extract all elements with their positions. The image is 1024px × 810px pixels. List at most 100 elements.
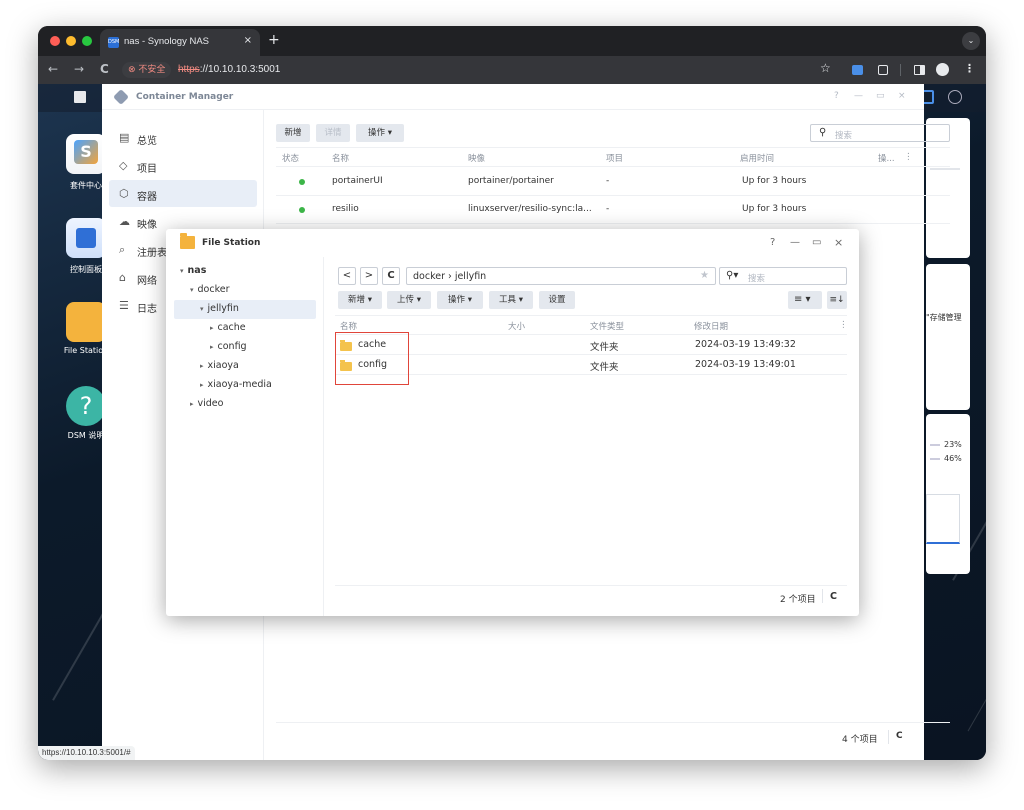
refresh-button[interactable]: C: [830, 591, 837, 602]
new-tab-button[interactable]: +: [268, 32, 280, 48]
caret-right-icon[interactable]: ▸: [210, 343, 214, 351]
upload-button[interactable]: 上传 ▾: [387, 291, 431, 309]
search-icon[interactable]: ⚲▾: [726, 270, 738, 281]
column-header-actions[interactable]: 操...: [878, 152, 895, 164]
column-header-type[interactable]: 文件类型: [590, 320, 624, 332]
reload-button[interactable]: C: [100, 62, 109, 76]
column-options-icon[interactable]: ⋮: [904, 152, 913, 162]
column-options-icon[interactable]: ⋮: [839, 320, 848, 330]
package-center-glyph-icon: S: [74, 140, 98, 164]
tree-node-label: jellyfin: [207, 303, 239, 314]
column-header-project[interactable]: 项目: [606, 152, 623, 164]
container-search-input[interactable]: ⚲ 搜索: [810, 124, 950, 142]
table-divider: [276, 195, 950, 196]
tab-search-button[interactable]: ⌄: [962, 32, 980, 50]
profile-avatar-icon[interactable]: [936, 63, 949, 76]
sidebar-item-overview[interactable]: ▤ 总览: [109, 124, 257, 151]
back-button[interactable]: <: [338, 267, 356, 285]
tree-node-cache[interactable]: ▸ cache: [210, 322, 246, 333]
view-mode-button[interactable]: ≡ ▾: [788, 291, 822, 309]
sort-button[interactable]: ≡↓: [827, 291, 847, 309]
caret-right-icon[interactable]: ▸: [200, 362, 204, 370]
close-button[interactable]: ×: [834, 236, 843, 249]
browser-tab[interactable]: DSM nas - Synology NAS ×: [100, 29, 260, 56]
close-button[interactable]: ×: [898, 91, 906, 101]
minimize-button[interactable]: —: [854, 91, 863, 101]
forward-button[interactable]: →: [74, 62, 84, 76]
maximize-button[interactable]: ▭: [876, 91, 885, 101]
column-header-modified[interactable]: 修改日期: [694, 320, 728, 332]
url-host: ://10.10.10.3:5001: [199, 64, 281, 75]
caret-right-icon[interactable]: ▸: [210, 324, 214, 332]
side-panel-icon[interactable]: [914, 65, 925, 75]
column-header-size[interactable]: 大小: [508, 320, 525, 332]
refresh-button[interactable]: C: [896, 731, 903, 741]
tree-node-label: cache: [217, 322, 246, 333]
control-panel-icon[interactable]: [66, 218, 106, 258]
refresh-button[interactable]: C: [382, 267, 400, 285]
breadcrumb[interactable]: docker › jellyfin: [413, 271, 486, 282]
bookmark-star-icon[interactable]: ☆: [820, 61, 831, 75]
sidebar-item-label: 注册表: [137, 248, 167, 259]
sidebar-item-container[interactable]: ⬡ 容器: [109, 180, 257, 207]
add-container-button[interactable]: 新增: [276, 124, 310, 142]
search-icon: ⚲: [819, 127, 827, 138]
container-manager-titlebar: Container Manager ? — ▭ ×: [102, 84, 924, 110]
column-header-uptime[interactable]: 启用时间: [740, 152, 774, 164]
minimize-button[interactable]: —: [790, 237, 800, 248]
back-button[interactable]: ←: [48, 62, 58, 76]
help-icon[interactable]: ?: [66, 386, 106, 426]
close-window-button[interactable]: [50, 36, 60, 46]
browser-menu-icon[interactable]: ⋮: [964, 62, 975, 75]
tab-bar: DSM nas - Synology NAS × + ⌄: [38, 26, 986, 56]
column-header-name[interactable]: 名称: [340, 320, 357, 332]
help-button[interactable]: ?: [770, 237, 775, 248]
widget-divider: [930, 168, 960, 170]
list-divider: [335, 354, 847, 355]
list-divider: [335, 315, 847, 316]
tree-node-jellyfin[interactable]: ▾ jellyfin: [174, 300, 316, 319]
details-button[interactable]: 详情: [316, 124, 350, 142]
tree-node-nas[interactable]: ▾ nas: [180, 265, 206, 276]
column-header-image[interactable]: 映像: [468, 152, 485, 164]
caret-down-icon[interactable]: ▾: [200, 305, 204, 313]
tree-node-xiaoya-media[interactable]: ▸ xiaoya-media: [200, 379, 272, 390]
settings-button[interactable]: 设置: [539, 291, 575, 309]
main-menu-icon[interactable]: [74, 91, 86, 103]
column-header-status[interactable]: 状态: [282, 152, 299, 164]
url-text[interactable]: https://10.10.10.3:5001: [178, 64, 280, 75]
tab-close-icon[interactable]: ×: [244, 35, 252, 46]
caret-down-icon[interactable]: ▾: [190, 286, 194, 294]
address-bar[interactable]: ⊗ 不安全 https://10.10.10.3:5001: [120, 60, 840, 80]
tools-button[interactable]: 工具 ▾: [489, 291, 533, 309]
tree-node-video[interactable]: ▸ video: [190, 398, 223, 409]
tree-node-docker[interactable]: ▾ docker: [190, 284, 230, 295]
package-center-icon[interactable]: S: [66, 134, 106, 174]
taskbar-search-icon[interactable]: [948, 90, 962, 104]
footer-divider: [822, 589, 823, 603]
tree-node-xiaoya[interactable]: ▸ xiaoya: [200, 360, 239, 371]
maximize-button[interactable]: ▭: [812, 237, 821, 248]
caret-right-icon[interactable]: ▸: [190, 400, 194, 408]
file-search-input[interactable]: ⚲▾ 搜索: [719, 267, 847, 285]
tree-node-config[interactable]: ▸ config: [210, 341, 247, 352]
extension-icon[interactable]: [852, 65, 863, 75]
help-button[interactable]: ?: [834, 91, 839, 101]
caret-right-icon[interactable]: ▸: [200, 381, 204, 389]
puzzle-extensions-icon[interactable]: [878, 65, 888, 75]
maximize-window-button[interactable]: [82, 36, 92, 46]
forward-button[interactable]: >: [360, 267, 378, 285]
add-button[interactable]: 新增 ▾: [338, 291, 382, 309]
action-button[interactable]: 操作 ▾: [437, 291, 483, 309]
sidebar-item-project[interactable]: ◇ 项目: [109, 152, 257, 179]
minimize-window-button[interactable]: [66, 36, 76, 46]
file-station-icon[interactable]: [66, 302, 106, 342]
column-header-name[interactable]: 名称: [332, 152, 349, 164]
favorite-star-icon[interactable]: ★: [700, 270, 709, 281]
caret-down-icon[interactable]: ▾: [180, 267, 184, 275]
highlight-annotation-box: [335, 332, 409, 385]
action-dropdown-button[interactable]: 操作 ▾: [356, 124, 404, 142]
security-badge[interactable]: ⊗ 不安全: [122, 62, 172, 78]
container-project: -: [606, 204, 610, 214]
path-bar[interactable]: docker › jellyfin ★: [406, 267, 716, 285]
